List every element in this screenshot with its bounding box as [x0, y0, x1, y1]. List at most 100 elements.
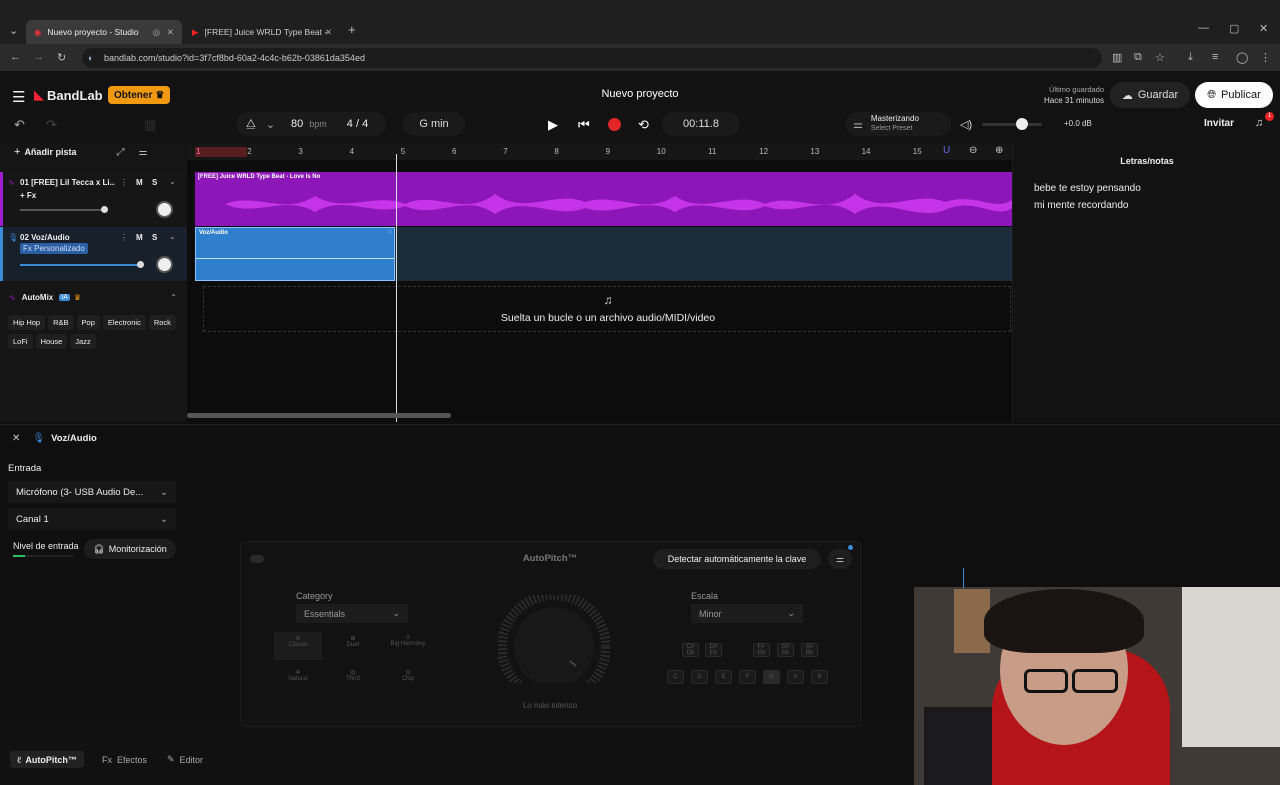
- preset-classic[interactable]: ⊘ Classic: [274, 632, 322, 660]
- chevron-down-icon[interactable]: ⌄: [266, 118, 275, 131]
- close-tab-icon[interactable]: ✕: [167, 27, 174, 38]
- genre-house[interactable]: House: [35, 334, 68, 349]
- genre-jazz[interactable]: Jazz: [70, 334, 96, 349]
- add-track-button[interactable]: Añadir pista: [24, 147, 76, 157]
- tab-autopitch[interactable]: ℓ AutoPitch™: [10, 751, 84, 768]
- close-window-icon[interactable]: ✕: [1259, 22, 1268, 35]
- key-natural-button[interactable]: C: [667, 670, 684, 684]
- solo-button[interactable]: S: [152, 178, 157, 187]
- track-menu-icon[interactable]: ⋮: [120, 178, 128, 187]
- url-field[interactable]: ◐ bandlab.com/studio?id=3f7cf8bd-60a2-4c…: [82, 48, 1102, 68]
- hamburger-menu-icon[interactable]: ☰: [12, 88, 25, 106]
- key-natural-button[interactable]: F: [739, 670, 756, 684]
- automix-header[interactable]: ∿ AutoMix IA ♛ ⌃: [0, 288, 187, 306]
- key-sharp-button[interactable]: A# Bb: [801, 643, 818, 657]
- solo-button[interactable]: S: [152, 233, 157, 242]
- genre-pop[interactable]: Pop: [76, 315, 100, 330]
- record-icon[interactable]: [608, 118, 621, 131]
- close-panel-icon[interactable]: ✕: [12, 433, 20, 444]
- new-tab-icon[interactable]: +: [348, 22, 356, 37]
- media-icon[interactable]: ≡: [1212, 51, 1218, 63]
- close-tab-icon[interactable]: ✕: [325, 27, 332, 38]
- preset-big-harmony[interactable]: ≡ Big Harmony: [384, 632, 432, 660]
- back-icon[interactable]: ←: [10, 51, 21, 63]
- extension-icon[interactable]: ⧉: [1134, 51, 1142, 64]
- forward-icon[interactable]: →: [33, 51, 44, 63]
- grid-icon[interactable]: ▥: [144, 117, 156, 133]
- automation-icon[interactable]: ⤢: [116, 147, 124, 158]
- site-info-icon[interactable]: ◐: [88, 53, 93, 63]
- zoom-out-icon[interactable]: ⊖: [969, 145, 977, 156]
- channel-select[interactable]: Canal 1 ⌄: [8, 508, 176, 530]
- preset-third[interactable]: ◍ Third: [329, 666, 377, 694]
- mute-button[interactable]: M: [136, 178, 143, 187]
- menu-dots-icon[interactable]: ⋮: [1260, 51, 1271, 64]
- lyrics-line[interactable]: mi mente recordando: [1034, 197, 1141, 214]
- key-sharp-button[interactable]: D# Eb: [705, 643, 722, 657]
- category-select[interactable]: Essentials ⌄: [296, 604, 408, 623]
- detect-key-button[interactable]: Detectar automáticamente la clave: [653, 549, 821, 569]
- key-natural-button[interactable]: D: [691, 670, 708, 684]
- tab-editor[interactable]: ✎ Editor: [167, 751, 203, 768]
- chevron-down-icon[interactable]: ⌄: [169, 177, 176, 186]
- drop-zone[interactable]: ♫ Suelta un bucle o un archivo audio/MID…: [203, 286, 1011, 332]
- maximize-icon[interactable]: ▢: [1229, 22, 1239, 35]
- key-natural-button[interactable]: B: [811, 670, 828, 684]
- input-device-select[interactable]: Micrófono (3- USB Audio De... ⌄: [8, 481, 176, 503]
- reload-icon[interactable]: ↻: [57, 51, 66, 64]
- clip-beat[interactable]: [FREE] Juice WRLD Type Beat - Love Is No: [195, 172, 1012, 226]
- custom-fx-button[interactable]: Fx Personalizado: [20, 243, 88, 254]
- reader-icon[interactable]: ▥: [1112, 51, 1122, 64]
- tab-effects[interactable]: Fx Efectos: [102, 751, 147, 768]
- minimize-icon[interactable]: —: [1198, 22, 1209, 34]
- add-fx-button[interactable]: + Fx: [20, 191, 36, 200]
- autopitch-settings-icon[interactable]: ⚌: [828, 549, 852, 569]
- lyrics-line[interactable]: bebe te estoy pensando: [1034, 180, 1141, 197]
- tab-youtube[interactable]: ▶ [FREE] Juice WRLD Type Beat - ✕: [184, 20, 340, 44]
- fader-handle[interactable]: [101, 206, 108, 213]
- volume-fader[interactable]: [20, 264, 142, 266]
- preset-duet[interactable]: ⊞ Duet: [329, 632, 377, 660]
- volume-slider[interactable]: [982, 118, 1042, 130]
- tempo-value[interactable]: 80: [291, 118, 303, 130]
- track-name[interactable]: 02 Voz/Audio: [20, 233, 70, 242]
- timeline-area[interactable]: [FREE] Juice WRLD Type Beat - Love Is No…: [187, 154, 1012, 422]
- track-settings-icon[interactable]: ⚌: [138, 147, 147, 158]
- intensity-knob[interactable]: [498, 595, 610, 683]
- mastering-button[interactable]: ⚌ Masterizando Select Preset: [845, 112, 951, 136]
- snap-magnet-icon[interactable]: U: [943, 145, 950, 156]
- genre-lofi[interactable]: LoFi: [8, 334, 33, 349]
- play-icon[interactable]: ▶: [548, 117, 558, 133]
- lyrics-text[interactable]: bebe te estoy pensando mi mente recordan…: [1034, 180, 1141, 214]
- genre-rock[interactable]: Rock: [148, 315, 176, 330]
- volume-fader[interactable]: [20, 209, 106, 211]
- add-icon[interactable]: +: [14, 146, 20, 158]
- publish-button[interactable]: 🌐︎ Publicar: [1195, 82, 1273, 108]
- key-natural-button[interactable]: A: [787, 670, 804, 684]
- pan-knob[interactable]: [156, 201, 173, 218]
- loop-region[interactable]: [195, 147, 247, 157]
- volume-knob[interactable]: [1016, 118, 1028, 130]
- pan-knob[interactable]: [156, 256, 173, 273]
- preset-natural[interactable]: ✲ Natural: [274, 666, 322, 694]
- monitoring-button[interactable]: 🎧︎ Monitorización: [84, 539, 176, 559]
- genre-hip-hop[interactable]: Hip Hop: [8, 315, 46, 330]
- playhead[interactable]: [396, 154, 397, 422]
- speaker-icon[interactable]: ◁): [960, 118, 972, 131]
- zoom-in-icon[interactable]: ⊕: [995, 145, 1003, 156]
- track-name[interactable]: 01 [FREE] Lil Tecca x Li...: [20, 178, 115, 187]
- metronome-icon[interactable]: ⧋: [246, 118, 256, 131]
- tempo-control[interactable]: ⧋ ⌄ 80 bpm 4 / 4: [236, 112, 386, 136]
- key-selector[interactable]: G min: [403, 112, 465, 136]
- save-button[interactable]: ☁ Guardar: [1110, 82, 1190, 108]
- scale-select[interactable]: Minor ⌄: [691, 604, 803, 623]
- skip-back-icon[interactable]: ⏮: [578, 117, 590, 133]
- tab-list-chevron-icon[interactable]: ⌄: [9, 24, 18, 37]
- key-sharp-button[interactable]: F# Gb: [753, 643, 770, 657]
- genre-electronic[interactable]: Electronic: [102, 315, 146, 330]
- time-signature[interactable]: 4 / 4: [347, 118, 368, 130]
- undo-icon[interactable]: ↶: [14, 117, 25, 133]
- timeline-ruler[interactable]: 1 2 3 4 5 6 7 8 9 10 11 12 13 14 15 U ⊖ ⊕: [187, 144, 1012, 160]
- autopitch-toggle[interactable]: [250, 555, 264, 563]
- track-header-1[interactable]: ∿ 01 [FREE] Lil Tecca x Li... ⋮ M S ⌄ + …: [0, 172, 187, 226]
